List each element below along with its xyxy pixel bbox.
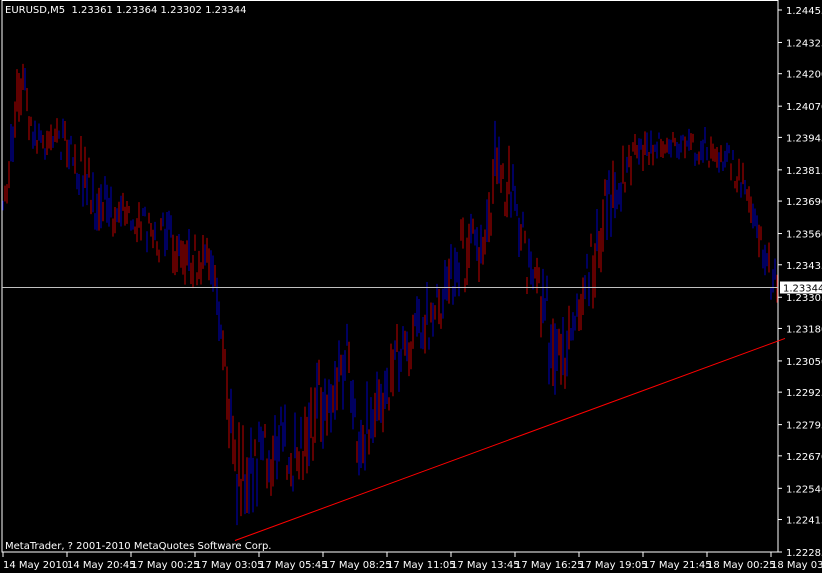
y-tick-label: 1.23180 xyxy=(786,324,822,335)
y-tick-label: 1.24325 xyxy=(786,38,822,49)
y-tick-label: 1.22670 xyxy=(786,452,822,463)
y-tick-label: 1.23050 xyxy=(786,357,822,368)
y-tick-label: 1.23945 xyxy=(786,133,822,144)
y-tick-label: 1.23560 xyxy=(786,230,822,241)
x-tick-label: 17 May 19:05 xyxy=(579,560,648,571)
copyright-text: MetaTrader, ? 2001-2010 MetaQuotes Softw… xyxy=(5,541,272,552)
y-tick-label: 1.23305 xyxy=(786,293,822,304)
x-tick-label: 17 May 13:45 xyxy=(451,560,520,571)
y-tick-label: 1.24455 xyxy=(786,6,822,17)
x-tick-label: 17 May 21:45 xyxy=(643,560,712,571)
current-price-label: 1.23344 xyxy=(783,283,822,294)
y-tick-label: 1.22285 xyxy=(786,548,822,559)
x-tick-label: 17 May 11:05 xyxy=(387,560,456,571)
x-tick-label: 17 May 08:25 xyxy=(323,560,392,571)
symbol-label: EURUSD,M5 xyxy=(5,5,66,16)
y-tick-label: 1.23690 xyxy=(786,197,822,208)
y-tick-label: 1.22925 xyxy=(786,388,822,399)
x-tick-label: 17 May 16:25 xyxy=(515,560,584,571)
x-tick-label: 14 May 2010 xyxy=(3,560,68,571)
x-tick-label: 17 May 00:25 xyxy=(131,560,200,571)
plot-frame xyxy=(1,0,779,553)
x-tick-label: 18 May 03:0 xyxy=(771,560,822,571)
y-tick-label: 1.23815 xyxy=(786,166,822,177)
chart-title: EURUSD,M5 1.23361 1.23364 1.23302 1.2334… xyxy=(5,5,246,16)
y-tick-label: 1.22795 xyxy=(786,421,822,432)
x-tick-label: 18 May 00:25 xyxy=(707,560,776,571)
y-tick-label: 1.24200 xyxy=(786,70,822,81)
price-chart[interactable]: 1.24455 1.24325 1.24200 1.24070 1.23945 1.238… xyxy=(0,0,822,573)
x-tick-label: 17 May 03:05 xyxy=(195,560,264,571)
x-tick-label: 14 May 20:45 xyxy=(67,560,136,571)
y-tick-label: 1.22540 xyxy=(786,484,822,495)
x-tick-label: 17 May 05:45 xyxy=(259,560,328,571)
y-tick-label: 1.22415 xyxy=(786,516,822,527)
y-tick-label: 1.23435 xyxy=(786,261,822,272)
y-tick-label: 1.24070 xyxy=(786,102,822,113)
ohlc-label: 1.23361 1.23364 1.23302 1.23344 xyxy=(71,5,247,16)
